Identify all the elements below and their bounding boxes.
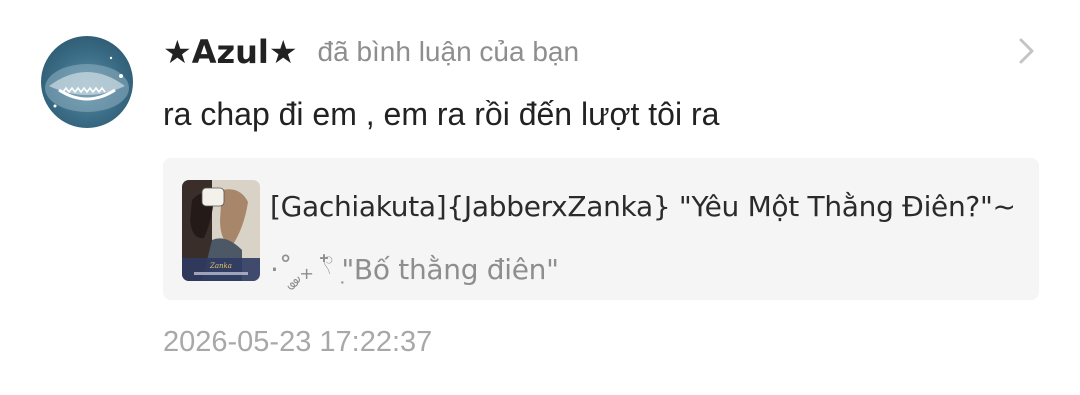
comment-text: ra chap đi em , em ra rồi đến lượt tôi r… [163, 96, 720, 132]
story-cover[interactable]: Zanka [182, 180, 260, 281]
username[interactable]: ★Azul★ [163, 33, 298, 71]
notification-header: ★Azul★ đã bình luận của bạn [163, 30, 579, 74]
action-text: đã bình luận của bạn [317, 36, 580, 67]
chevron-right-icon[interactable] [1015, 36, 1039, 66]
svg-text:Zanka: Zanka [209, 262, 232, 270]
story-title: [Gachiakuta]{JabberxZanka} "Yêu Một Thằn… [270, 190, 1016, 223]
avatar[interactable] [41, 36, 133, 128]
timestamp: 2026-05-23 17:22:37 [163, 326, 433, 358]
story-card[interactable]: Zanka [Gachiakuta]{JabberxZanka} "Yêu Mộ… [163, 158, 1039, 300]
chapter-title: ·˚ ༘₊ 𓍢ִ໋ "Bố thằng điên" [270, 253, 559, 286]
